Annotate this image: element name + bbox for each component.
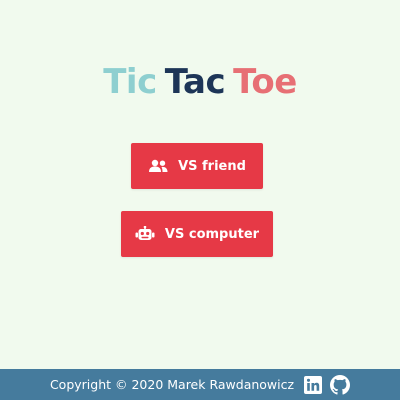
copyright-text: Copyright © 2020 Marek Rawdanowicz xyxy=(49,377,295,392)
vs-friend-button[interactable]: VS friend xyxy=(131,143,263,189)
game-title: Tic Tac Toe xyxy=(0,58,400,106)
vs-computer-button[interactable]: VS computer xyxy=(121,211,273,257)
robot-icon xyxy=(135,226,155,242)
users-icon xyxy=(148,159,168,173)
title-word-tac: Tac xyxy=(164,62,226,102)
title-word-tic: Tic xyxy=(103,62,157,102)
github-icon[interactable] xyxy=(330,374,351,395)
title-word-toe: Toe xyxy=(233,62,297,102)
linkedin-icon[interactable] xyxy=(304,375,323,394)
footer: Copyright © 2020 Marek Rawdanowicz xyxy=(0,369,400,400)
vs-computer-label: VS computer xyxy=(164,226,260,242)
vs-friend-label: VS friend xyxy=(178,158,246,174)
